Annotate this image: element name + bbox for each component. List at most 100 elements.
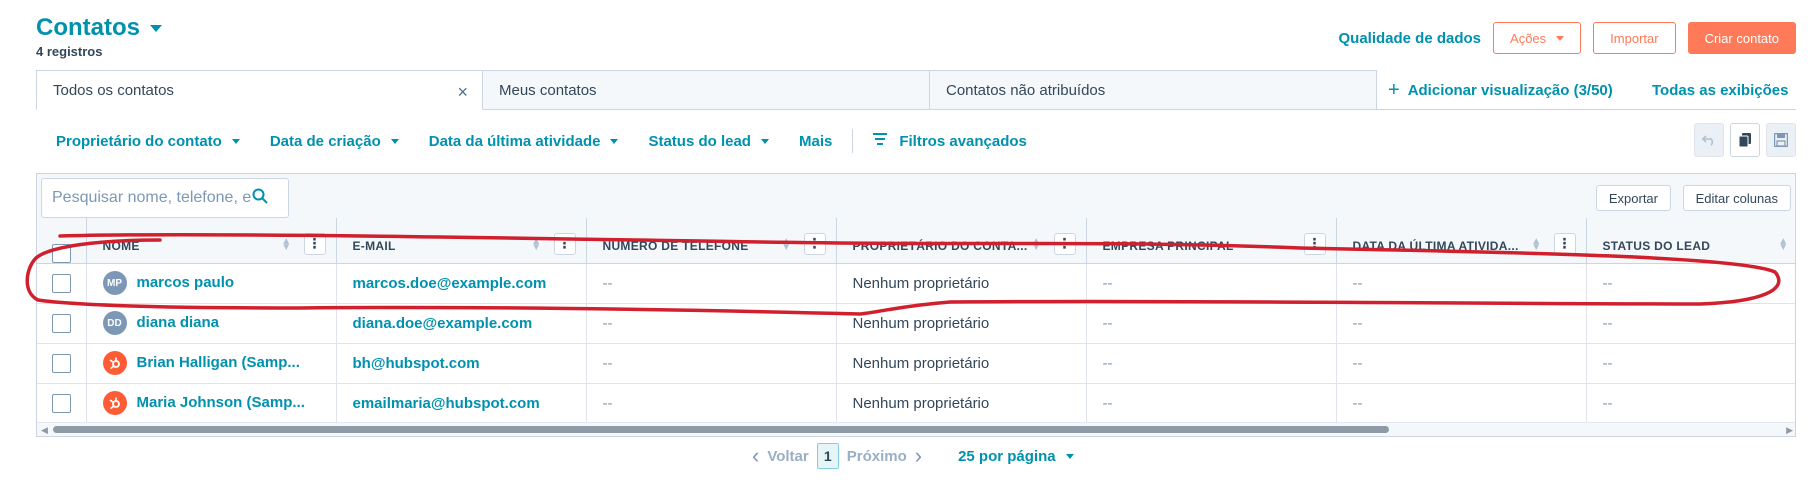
- filter-last-activity-date[interactable]: Data da última atividade: [429, 133, 619, 150]
- name-cell: Brian Halligan (Samp...: [86, 343, 337, 384]
- row-select-cell: [37, 343, 87, 384]
- column-menu-icon[interactable]: ⋮: [1303, 232, 1326, 255]
- table-row[interactable]: MP marcos paulo marcos.doe@example.com --…: [37, 263, 1795, 304]
- column-menu-icon[interactable]: ⋮: [803, 232, 826, 255]
- email-link[interactable]: marcos.doe@example.com: [353, 275, 547, 292]
- scrollbar-thumb[interactable]: [53, 426, 1389, 433]
- tab-label: Contatos não atribuídos: [946, 81, 1106, 99]
- tab-label: Todos os contatos: [53, 81, 174, 99]
- current-page[interactable]: 1: [816, 443, 839, 469]
- data-quality-link[interactable]: Qualidade de dados: [1339, 30, 1482, 47]
- tab-unassigned-contacts[interactable]: Contatos não atribuídos: [930, 70, 1377, 110]
- tab-all-contacts[interactable]: Todos os contatos ×: [36, 70, 483, 110]
- advanced-filters-button[interactable]: Filtros avançados: [873, 132, 1027, 150]
- search-box[interactable]: [41, 178, 289, 218]
- save-icon[interactable]: [1766, 123, 1796, 157]
- column-menu-icon[interactable]: ⋮: [303, 232, 326, 255]
- sort-icon[interactable]: ▲ ▼: [1031, 236, 1041, 252]
- hubspot-icon: [102, 351, 127, 375]
- advanced-filters-label: Filtros avançados: [899, 132, 1027, 150]
- header-actions: Qualidade de dados Ações Importar Criar …: [1339, 22, 1796, 54]
- column-label: Nome: [102, 238, 140, 253]
- table-header-row: Nome ▲ ▼ ⋮ E-mail ▲ ▼ ⋮ Número de telefone ▲ ▼ ⋮ …: [37, 218, 1795, 264]
- contact-name-link[interactable]: Brian Halligan (Samp...: [137, 354, 300, 371]
- row-checkbox[interactable]: [51, 273, 71, 293]
- lead-status-cell: --: [1586, 303, 1795, 344]
- table-row[interactable]: Maria Johnson (Samp... emailmaria@hubspo…: [37, 383, 1795, 424]
- tab-my-contacts[interactable]: Meus contatos: [483, 70, 930, 110]
- horizontal-scrollbar[interactable]: ◀ ▶: [37, 422, 1795, 436]
- filter-contact-owner[interactable]: Proprietário do contato: [56, 133, 240, 150]
- more-filters-button[interactable]: Mais: [799, 133, 832, 150]
- lead-status-cell: --: [1586, 383, 1795, 424]
- row-select-cell: [37, 263, 87, 304]
- scroll-right-icon[interactable]: ▶: [1786, 425, 1793, 436]
- row-checkbox[interactable]: [51, 353, 71, 373]
- undo-icon[interactable]: [1694, 123, 1724, 157]
- sort-icon[interactable]: ▲ ▼: [1531, 236, 1541, 252]
- chevron-down-icon: [1556, 35, 1565, 41]
- close-icon[interactable]: ×: [457, 82, 468, 103]
- contact-name-link[interactable]: marcos paulo: [137, 274, 235, 291]
- actions-button[interactable]: Ações: [1493, 22, 1582, 54]
- table-row[interactable]: Brian Halligan (Samp... bh@hubspot.com -…: [37, 343, 1795, 384]
- owner-cell: Nenhum proprietário: [836, 263, 1087, 304]
- name-cell: Maria Johnson (Samp...: [86, 383, 337, 424]
- next-page-button[interactable]: Próximo: [847, 448, 907, 465]
- page-title[interactable]: Contatos: [36, 14, 162, 42]
- avatar: MP: [102, 271, 127, 295]
- export-button[interactable]: Exportar: [1595, 185, 1671, 211]
- email-link[interactable]: diana.doe@example.com: [353, 315, 533, 332]
- last-activity-cell: --: [1336, 263, 1587, 304]
- contact-name-link[interactable]: Maria Johnson (Samp...: [137, 394, 305, 411]
- column-header-last-activity[interactable]: Data da última ativida... ▲ ▼ ⋮: [1336, 218, 1587, 264]
- per-page-selector[interactable]: 25 por página: [958, 448, 1074, 465]
- copy-icon[interactable]: [1730, 123, 1760, 157]
- column-header-owner[interactable]: Proprietário do conta... ▲ ▼ ⋮: [836, 218, 1087, 264]
- select-all-cell: [37, 218, 87, 264]
- row-checkbox[interactable]: [51, 313, 71, 333]
- all-views-link[interactable]: Todas as exibições: [1652, 70, 1788, 110]
- avatar: DD: [102, 311, 127, 335]
- edit-columns-button[interactable]: Editar colunas: [1682, 185, 1791, 211]
- company-cell: --: [1086, 383, 1337, 424]
- prev-page-button[interactable]: Voltar: [767, 448, 808, 465]
- column-menu-icon[interactable]: ⋮: [1053, 232, 1076, 255]
- contact-name-link[interactable]: diana diana: [137, 314, 220, 331]
- import-button[interactable]: Importar: [1593, 22, 1676, 54]
- add-view-button[interactable]: + Adicionar visualização (3/50): [1388, 70, 1613, 110]
- row-checkbox[interactable]: [51, 393, 71, 413]
- sort-icon[interactable]: ▲ ▼: [281, 236, 291, 252]
- column-header-phone[interactable]: Número de telefone ▲ ▼ ⋮: [586, 218, 837, 264]
- column-header-email[interactable]: E-mail ▲ ▼ ⋮: [336, 218, 587, 264]
- chevron-right-icon[interactable]: ›: [915, 443, 922, 469]
- select-all-checkbox[interactable]: [51, 243, 71, 263]
- sort-icon[interactable]: ▲ ▼: [1778, 236, 1788, 252]
- column-menu-icon[interactable]: ⋮: [1553, 232, 1576, 255]
- filter-lead-status[interactable]: Status do lead: [648, 133, 769, 150]
- search-icon[interactable]: [252, 188, 268, 209]
- table-row[interactable]: DD diana diana diana.doe@example.com -- N…: [37, 303, 1795, 344]
- column-header-name[interactable]: Nome ▲ ▼ ⋮: [86, 218, 337, 264]
- filter-bar: Proprietário do contato Data de criação …: [56, 128, 1057, 154]
- filter-create-date[interactable]: Data de criação: [270, 133, 399, 150]
- phone-cell: --: [586, 303, 837, 344]
- column-label: Número de telefone: [602, 238, 749, 253]
- search-input[interactable]: [52, 189, 252, 207]
- email-link[interactable]: emailmaria@hubspot.com: [353, 395, 540, 412]
- lead-status-cell: --: [1586, 343, 1795, 384]
- sort-icon[interactable]: ▲ ▼: [781, 236, 791, 252]
- sort-icon[interactable]: ▲ ▼: [531, 236, 541, 252]
- column-menu-icon[interactable]: ⋮: [553, 232, 576, 255]
- column-label: Proprietário do conta...: [852, 238, 1028, 253]
- email-link[interactable]: bh@hubspot.com: [353, 355, 480, 372]
- scroll-left-icon[interactable]: ◀: [41, 425, 48, 436]
- column-header-lead-status[interactable]: Status do lead ▲ ▼: [1586, 218, 1795, 264]
- chevron-left-icon[interactable]: ‹: [752, 443, 759, 469]
- create-contact-button[interactable]: Criar contato: [1687, 22, 1796, 54]
- column-label: E-mail: [352, 238, 396, 253]
- row-select-cell: [37, 303, 87, 344]
- filter-icon: [873, 132, 888, 150]
- column-header-company[interactable]: Empresa principal ⋮: [1086, 218, 1337, 264]
- column-label: Empresa principal: [1102, 238, 1234, 253]
